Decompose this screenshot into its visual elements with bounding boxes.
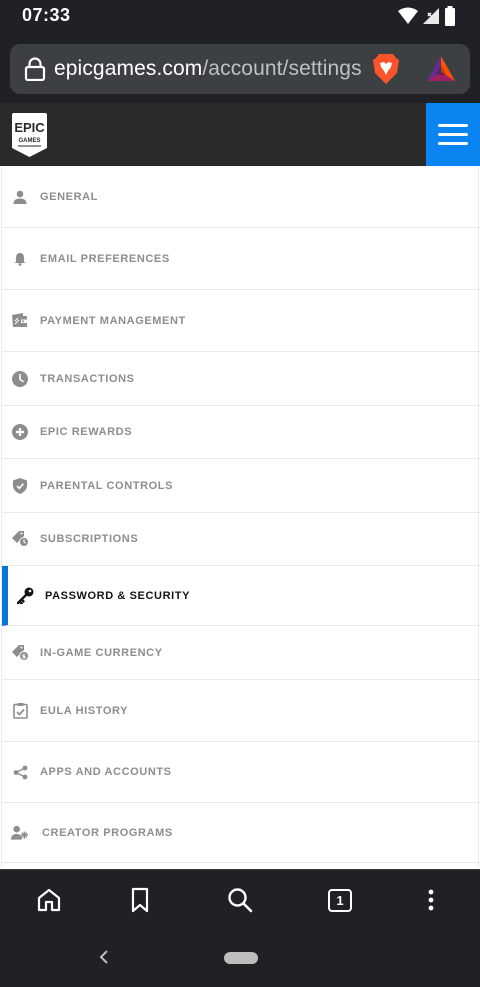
hamburger-line (438, 133, 468, 136)
signal-icon (423, 8, 439, 24)
battery-icon (445, 6, 455, 26)
menu-item-epic-rewards[interactable]: EPIC REWARDS (2, 406, 480, 459)
account-settings-menu: GENERAL EMAIL PREFERENCES PAYMENT MANAGE… (1, 166, 480, 869)
shield-icon (11, 477, 29, 495)
wifi-icon (398, 7, 418, 24)
menu-item-label: SUBSCRIPTIONS (40, 533, 139, 545)
menu-item-general[interactable]: GENERAL (2, 166, 480, 228)
home-icon (37, 888, 61, 912)
menu-item-transactions[interactable]: TRANSACTIONS (2, 352, 480, 406)
menu-item-in-game-currency[interactable]: $ IN-GAME CURRENCY (2, 626, 480, 680)
logo-line2: GAMES (18, 138, 40, 144)
menu-item-label: TRANSACTIONS (40, 372, 135, 385)
key-icon (16, 587, 34, 605)
menu-item-creator-programs[interactable]: CREATOR PROGRAMS (2, 803, 480, 863)
brave-shields-icon[interactable] (372, 53, 400, 85)
clipboard-check-icon (11, 702, 29, 720)
menu-item-subscriptions[interactable]: SUBSCRIPTIONS (2, 513, 480, 566)
menu-item-email-preferences[interactable]: EMAIL PREFERENCES (2, 228, 480, 290)
tab-switcher-button[interactable]: 1 (325, 885, 355, 915)
search-button[interactable] (225, 885, 255, 915)
browser-bottom-toolbar: 1 (0, 869, 480, 929)
wallet-icon (11, 312, 29, 330)
menu-item-apps-and-accounts[interactable]: APPS AND ACCOUNTS (2, 742, 480, 803)
hamburger-menu-button[interactable] (426, 103, 480, 166)
brave-rewards-icon[interactable] (426, 55, 456, 83)
menu-item-eula-history[interactable]: EULA HISTORY (2, 680, 480, 742)
coin-tag-icon: $ (11, 644, 29, 662)
home-button[interactable] (34, 885, 64, 915)
status-bar: 07:33 (0, 0, 480, 32)
menu-item-label: EPIC REWARDS (40, 426, 133, 438)
menu-item-label: PASSWORD & SECURITY (45, 589, 191, 602)
menu-item-label: EULA HISTORY (40, 704, 129, 717)
browser-address-area: epicgames.com/account/settings (0, 32, 480, 103)
menu-item-label: GENERAL (40, 190, 98, 203)
more-vert-icon (428, 889, 434, 911)
bookmarks-button[interactable] (125, 885, 155, 915)
creator-icon (11, 824, 29, 842)
person-icon (11, 188, 29, 206)
overflow-menu-button[interactable] (416, 885, 446, 915)
logo-line1: EPIC (14, 120, 45, 135)
system-navigation-bar (0, 929, 480, 987)
status-time: 07:33 (22, 5, 71, 25)
tag-clock-icon (11, 530, 29, 548)
bell-icon (11, 250, 29, 268)
menu-item-password-security[interactable]: PASSWORD & SECURITY (2, 566, 480, 626)
tab-count: 1 (328, 888, 352, 912)
lock-icon (24, 57, 46, 81)
svg-text:$: $ (21, 653, 25, 660)
epic-games-logo[interactable]: EPIC GAMES (11, 112, 48, 158)
home-gesture-pill[interactable] (224, 952, 258, 964)
menu-item-parental-controls[interactable]: PARENTAL CONTROLS (2, 459, 480, 513)
menu-item-label: IN-GAME CURRENCY (40, 646, 163, 659)
hamburger-line (438, 124, 468, 127)
menu-item-label: EMAIL PREFERENCES (40, 252, 170, 265)
status-icons (398, 6, 456, 26)
menu-item-label: CREATOR PROGRAMS (42, 826, 173, 839)
hamburger-line (438, 142, 468, 145)
menu-item-label: APPS AND ACCOUNTS (40, 766, 172, 778)
url-domain: epicgames.com (54, 57, 203, 80)
url-path: /account/settings (202, 57, 362, 80)
plus-circle-icon (11, 423, 29, 441)
bookmark-icon (131, 887, 149, 913)
menu-item-payment-management[interactable]: PAYMENT MANAGEMENT (2, 290, 480, 352)
menu-item-label: PARENTAL CONTROLS (40, 479, 174, 492)
menu-item-label: PAYMENT MANAGEMENT (40, 314, 186, 327)
url-text[interactable]: epicgames.com/account/settings (54, 57, 362, 81)
back-icon[interactable] (98, 948, 110, 966)
search-icon (228, 888, 253, 913)
clock-icon (11, 370, 29, 388)
share-icon (11, 763, 29, 781)
address-bar[interactable]: epicgames.com/account/settings (10, 44, 470, 94)
site-header: EPIC GAMES (0, 103, 480, 166)
